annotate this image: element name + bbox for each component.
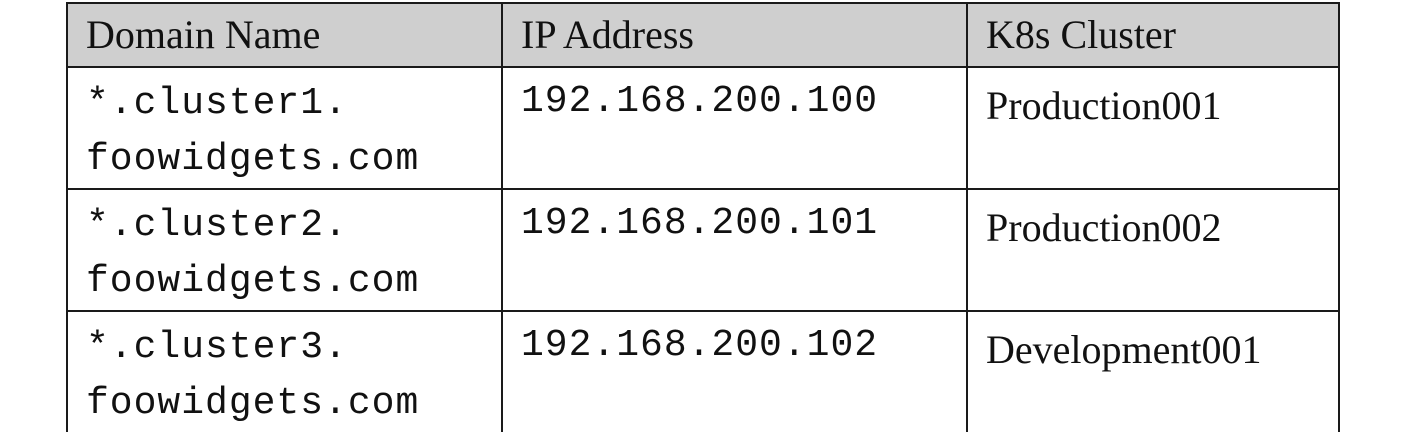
cluster-name: Development001 — [986, 327, 1262, 372]
cluster-name: Production001 — [986, 83, 1222, 128]
domain-line-2: foowidgets.com — [86, 138, 420, 181]
cluster-name: Production002 — [986, 205, 1222, 250]
ip-cell: 192.168.200.100 — [501, 66, 968, 190]
domain-name: *.cluster1. foowidgets.com — [86, 68, 501, 188]
ip-cell: 192.168.200.101 — [501, 188, 968, 312]
cluster-cell: Development001 — [966, 310, 1340, 432]
domain-name: *.cluster2. foowidgets.com — [86, 190, 501, 310]
ip-cell: 192.168.200.102 — [501, 310, 968, 432]
table-row: *.cluster2. foowidgets.com 192.168.200.1… — [66, 188, 1340, 312]
domain-cell: *.cluster1. foowidgets.com — [66, 66, 503, 190]
header-ip-address: IP Address — [501, 2, 968, 68]
table-row: *.cluster3. foowidgets.com 192.168.200.1… — [66, 310, 1340, 432]
dns-cluster-table: Domain Name IP Address K8s Cluster *.clu… — [66, 2, 1340, 432]
cluster-cell: Production002 — [966, 188, 1340, 312]
header-row: Domain Name IP Address K8s Cluster — [66, 2, 1340, 68]
ip-address: 192.168.200.101 — [521, 202, 879, 245]
header-domain-name: Domain Name — [66, 2, 503, 68]
domain-line-2: foowidgets.com — [86, 382, 420, 425]
domain-name: *.cluster3. foowidgets.com — [86, 312, 501, 432]
domain-line-1: *.cluster3. — [86, 326, 348, 369]
domain-cell: *.cluster2. foowidgets.com — [66, 188, 503, 312]
table-body: *.cluster1. foowidgets.com 192.168.200.1… — [66, 66, 1340, 432]
domain-line-2: foowidgets.com — [86, 260, 420, 303]
ip-address: 192.168.200.100 — [521, 80, 879, 123]
header-k8s-cluster: K8s Cluster — [966, 2, 1340, 68]
table-row: *.cluster1. foowidgets.com 192.168.200.1… — [66, 66, 1340, 190]
domain-line-1: *.cluster1. — [86, 82, 348, 125]
table-header: Domain Name IP Address K8s Cluster — [66, 2, 1340, 68]
cluster-cell: Production001 — [966, 66, 1340, 190]
ip-address: 192.168.200.102 — [521, 324, 879, 367]
domain-line-1: *.cluster2. — [86, 204, 348, 247]
domain-cell: *.cluster3. foowidgets.com — [66, 310, 503, 432]
